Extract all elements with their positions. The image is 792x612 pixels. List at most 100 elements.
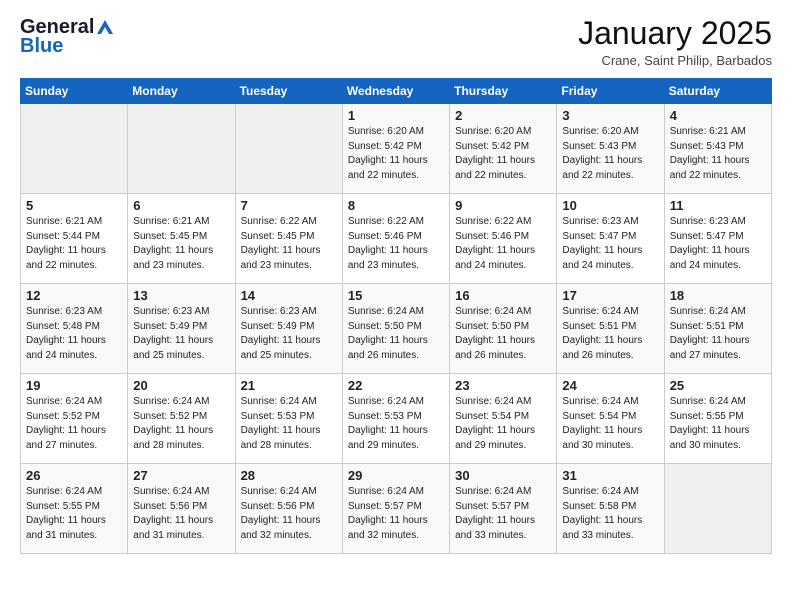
header-monday: Monday: [128, 79, 235, 104]
day-info: Sunrise: 6:24 AMSunset: 5:50 PMDaylight:…: [455, 305, 551, 363]
day-number: 8: [348, 198, 444, 213]
day-number: 11: [670, 198, 766, 213]
day-info: Sunrise: 6:23 AMSunset: 5:48 PMDaylight:…: [26, 305, 122, 363]
header-sunday: Sunday: [21, 79, 128, 104]
day-info: Sunrise: 6:24 AMSunset: 5:53 PMDaylight:…: [348, 395, 444, 453]
day-number: 6: [133, 198, 229, 213]
calendar-cell: 18Sunrise: 6:24 AMSunset: 5:51 PMDayligh…: [664, 284, 771, 374]
page: General Blue January 2025 Crane, Saint P…: [0, 0, 792, 570]
calendar-cell: [664, 464, 771, 554]
day-number: 26: [26, 468, 122, 483]
day-number: 13: [133, 288, 229, 303]
day-info: Sunrise: 6:24 AMSunset: 5:57 PMDaylight:…: [455, 485, 551, 543]
calendar-cell: 19 Sunrise: 6:24 AMSunset: 5:52 PMDayligh…: [21, 374, 128, 464]
header-saturday: Saturday: [664, 79, 771, 104]
calendar-cell: 10 Sunrise: 6:23 AMSunset: 5:47 PMDayligh…: [557, 194, 664, 284]
week-row-4: 19 Sunrise: 6:24 AMSunset: 5:52 PMDayligh…: [21, 374, 772, 464]
day-info: Sunrise: 6:20 AMSunset: 5:43 PMDaylight:…: [562, 125, 658, 183]
day-info: Sunrise: 6:24 AMSunset: 5:58 PMDaylight:…: [562, 485, 658, 543]
day-info: Sunrise: 6:23 AMSunset: 5:49 PMDaylight:…: [241, 305, 337, 363]
calendar-cell: 24Sunrise: 6:24 AMSunset: 5:54 PMDayligh…: [557, 374, 664, 464]
day-info: Sunrise: 6:22 AMSunset: 5:45 PMDaylight:…: [241, 215, 337, 273]
day-number: 19: [26, 378, 122, 393]
calendar-cell: 20 Sunrise: 6:24 AMSunset: 5:52 PMDayligh…: [128, 374, 235, 464]
calendar-table: SundayMondayTuesdayWednesdayThursdayFrid…: [20, 78, 772, 554]
day-number: 3: [562, 108, 658, 123]
calendar-cell: 23 Sunrise: 6:24 AMSunset: 5:54 PMDayligh…: [450, 374, 557, 464]
day-number: 23: [455, 378, 551, 393]
calendar-cell: 31Sunrise: 6:24 AMSunset: 5:58 PMDayligh…: [557, 464, 664, 554]
calendar-cell: [128, 104, 235, 194]
day-number: 28: [241, 468, 337, 483]
day-number: 24: [562, 378, 658, 393]
calendar-cell: 28 Sunrise: 6:24 AMSunset: 5:56 PMDayligh…: [235, 464, 342, 554]
day-number: 5: [26, 198, 122, 213]
day-info: Sunrise: 6:21 AMSunset: 5:43 PMDaylight:…: [670, 125, 766, 183]
day-number: 18: [670, 288, 766, 303]
day-number: 4: [670, 108, 766, 123]
day-info: Sunrise: 6:22 AMSunset: 5:46 PMDaylight:…: [455, 215, 551, 273]
header-friday: Friday: [557, 79, 664, 104]
calendar-cell: 13Sunrise: 6:23 AMSunset: 5:49 PMDayligh…: [128, 284, 235, 374]
calendar-cell: 6 Sunrise: 6:21 AMSunset: 5:45 PMDaylight…: [128, 194, 235, 284]
day-info: Sunrise: 6:21 AMSunset: 5:44 PMDaylight:…: [26, 215, 122, 273]
calendar-cell: 17Sunrise: 6:24 AMSunset: 5:51 PMDayligh…: [557, 284, 664, 374]
day-number: 27: [133, 468, 229, 483]
month-title: January 2025: [578, 16, 772, 51]
calendar-cell: 11 Sunrise: 6:23 AMSunset: 5:47 PMDayligh…: [664, 194, 771, 284]
day-number: 14: [241, 288, 337, 303]
day-number: 9: [455, 198, 551, 213]
day-info: Sunrise: 6:24 AMSunset: 5:52 PMDaylight:…: [133, 395, 229, 453]
week-row-3: 12 Sunrise: 6:23 AMSunset: 5:48 PMDayligh…: [21, 284, 772, 374]
day-number: 10: [562, 198, 658, 213]
title-block: January 2025 Crane, Saint Philip, Barbad…: [578, 16, 772, 68]
day-number: 16: [455, 288, 551, 303]
day-number: 20: [133, 378, 229, 393]
calendar-cell: 22 Sunrise: 6:24 AMSunset: 5:53 PMDayligh…: [342, 374, 449, 464]
day-info: Sunrise: 6:24 AMSunset: 5:51 PMDaylight:…: [562, 305, 658, 363]
logo: General Blue: [20, 16, 115, 58]
day-info: Sunrise: 6:24 AMSunset: 5:55 PMDaylight:…: [26, 485, 122, 543]
calendar-cell: 26 Sunrise: 6:24 AMSunset: 5:55 PMDayligh…: [21, 464, 128, 554]
day-info: Sunrise: 6:21 AMSunset: 5:45 PMDaylight:…: [133, 215, 229, 273]
calendar-cell: 2 Sunrise: 6:20 AMSunset: 5:42 PMDaylight…: [450, 104, 557, 194]
day-number: 2: [455, 108, 551, 123]
day-info: Sunrise: 6:20 AMSunset: 5:42 PMDaylight:…: [455, 125, 551, 183]
subtitle: Crane, Saint Philip, Barbados: [578, 53, 772, 68]
week-row-5: 26 Sunrise: 6:24 AMSunset: 5:55 PMDayligh…: [21, 464, 772, 554]
day-info: Sunrise: 6:24 AMSunset: 5:56 PMDaylight:…: [133, 485, 229, 543]
calendar-cell: 29Sunrise: 6:24 AMSunset: 5:57 PMDayligh…: [342, 464, 449, 554]
day-number: 25: [670, 378, 766, 393]
calendar-cell: 8 Sunrise: 6:22 AMSunset: 5:46 PMDaylight…: [342, 194, 449, 284]
calendar-cell: 16 Sunrise: 6:24 AMSunset: 5:50 PMDayligh…: [450, 284, 557, 374]
header-thursday: Thursday: [450, 79, 557, 104]
day-info: Sunrise: 6:24 AMSunset: 5:50 PMDaylight:…: [348, 305, 444, 363]
day-info: Sunrise: 6:24 AMSunset: 5:52 PMDaylight:…: [26, 395, 122, 453]
day-info: Sunrise: 6:24 AMSunset: 5:54 PMDaylight:…: [455, 395, 551, 453]
day-number: 12: [26, 288, 122, 303]
day-info: Sunrise: 6:23 AMSunset: 5:47 PMDaylight:…: [670, 215, 766, 273]
calendar-cell: 5 Sunrise: 6:21 AMSunset: 5:44 PMDaylight…: [21, 194, 128, 284]
calendar-cell: 3 Sunrise: 6:20 AMSunset: 5:43 PMDaylight…: [557, 104, 664, 194]
day-info: Sunrise: 6:20 AMSunset: 5:42 PMDaylight:…: [348, 125, 444, 183]
day-number: 15: [348, 288, 444, 303]
day-info: Sunrise: 6:23 AMSunset: 5:47 PMDaylight:…: [562, 215, 658, 273]
day-info: Sunrise: 6:24 AMSunset: 5:57 PMDaylight:…: [348, 485, 444, 543]
day-number: 22: [348, 378, 444, 393]
calendar-cell: 21Sunrise: 6:24 AMSunset: 5:53 PMDayligh…: [235, 374, 342, 464]
day-number: 7: [241, 198, 337, 213]
calendar-cell: [21, 104, 128, 194]
week-row-2: 5 Sunrise: 6:21 AMSunset: 5:44 PMDaylight…: [21, 194, 772, 284]
header-tuesday: Tuesday: [235, 79, 342, 104]
calendar-cell: 25 Sunrise: 6:24 AMSunset: 5:55 PMDayligh…: [664, 374, 771, 464]
calendar-cell: 12 Sunrise: 6:23 AMSunset: 5:48 PMDayligh…: [21, 284, 128, 374]
header-wednesday: Wednesday: [342, 79, 449, 104]
day-info: Sunrise: 6:22 AMSunset: 5:46 PMDaylight:…: [348, 215, 444, 273]
calendar-cell: 27 Sunrise: 6:24 AMSunset: 5:56 PMDayligh…: [128, 464, 235, 554]
calendar-cell: 15 Sunrise: 6:24 AMSunset: 5:50 PMDayligh…: [342, 284, 449, 374]
header: General Blue January 2025 Crane, Saint P…: [20, 16, 772, 68]
day-info: Sunrise: 6:24 AMSunset: 5:56 PMDaylight:…: [241, 485, 337, 543]
week-row-1: 1Sunrise: 6:20 AMSunset: 5:42 PMDaylight…: [21, 104, 772, 194]
day-number: 21: [241, 378, 337, 393]
day-info: Sunrise: 6:24 AMSunset: 5:55 PMDaylight:…: [670, 395, 766, 453]
